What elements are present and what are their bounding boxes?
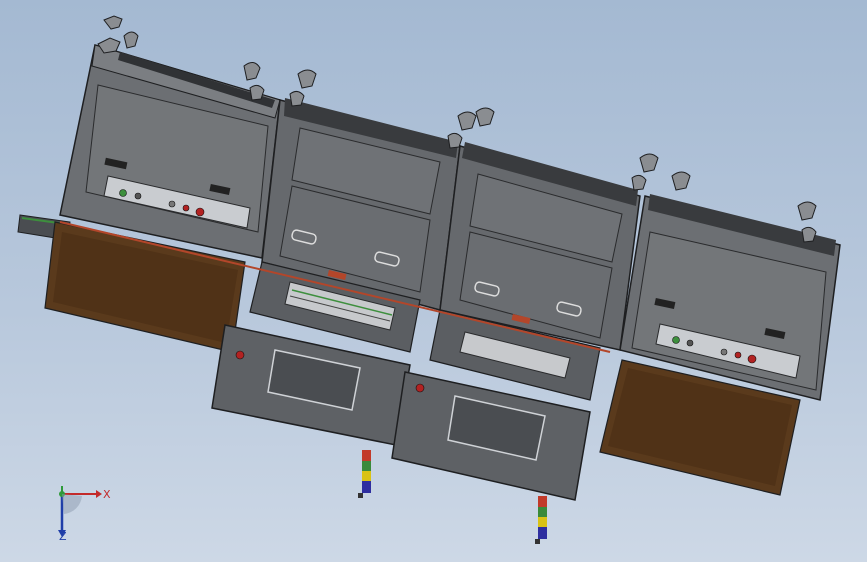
left-indicator-lamp: [182, 204, 190, 212]
right-indicator-lamp: [734, 351, 742, 359]
right-stop-button[interactable]: [686, 339, 694, 347]
left-emergency-stop-button[interactable]: [195, 207, 205, 217]
orientation-triad[interactable]: X Z: [46, 482, 116, 542]
center-right-alarm-lamp: [415, 383, 425, 393]
right-start-button[interactable]: [672, 336, 680, 344]
left-selector-knob[interactable]: [168, 200, 176, 208]
right-emergency-stop-button[interactable]: [747, 354, 757, 364]
right-selector-knob[interactable]: [720, 348, 728, 356]
left-stop-button[interactable]: [134, 192, 142, 200]
left-conveyor-module[interactable]: [17, 15, 281, 353]
cad-viewport[interactable]: X Z: [0, 0, 867, 562]
signal-tower-left: [358, 450, 371, 498]
x-axis-label: X: [103, 488, 111, 501]
center-left-alarm-lamp: [235, 350, 245, 360]
left-start-button[interactable]: [119, 189, 127, 197]
z-axis-label: Z: [59, 530, 67, 543]
signal-tower-right: [535, 496, 547, 544]
machine-assembly-view[interactable]: [0, 0, 867, 562]
